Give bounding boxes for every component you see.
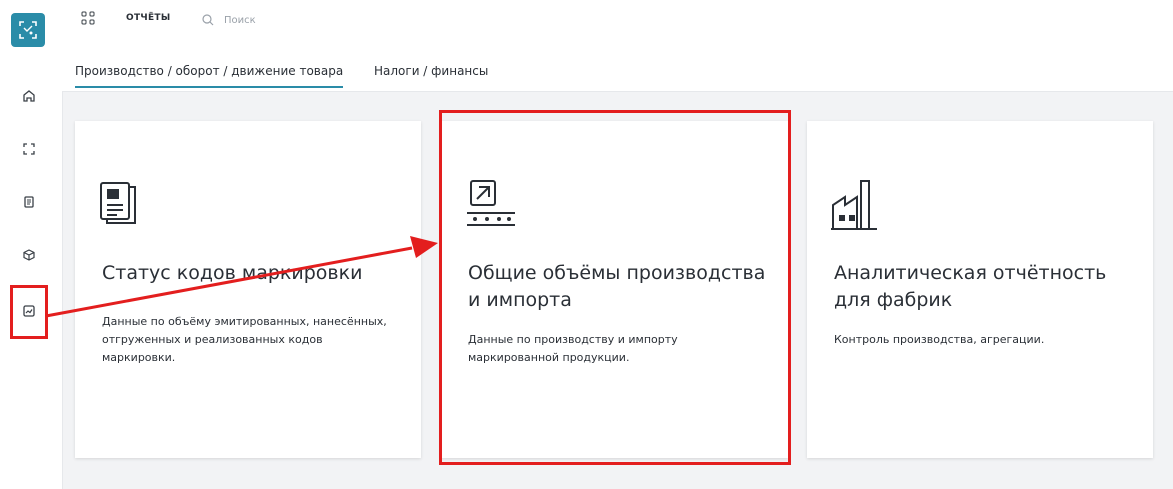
annotation-arrow: [45, 236, 438, 318]
